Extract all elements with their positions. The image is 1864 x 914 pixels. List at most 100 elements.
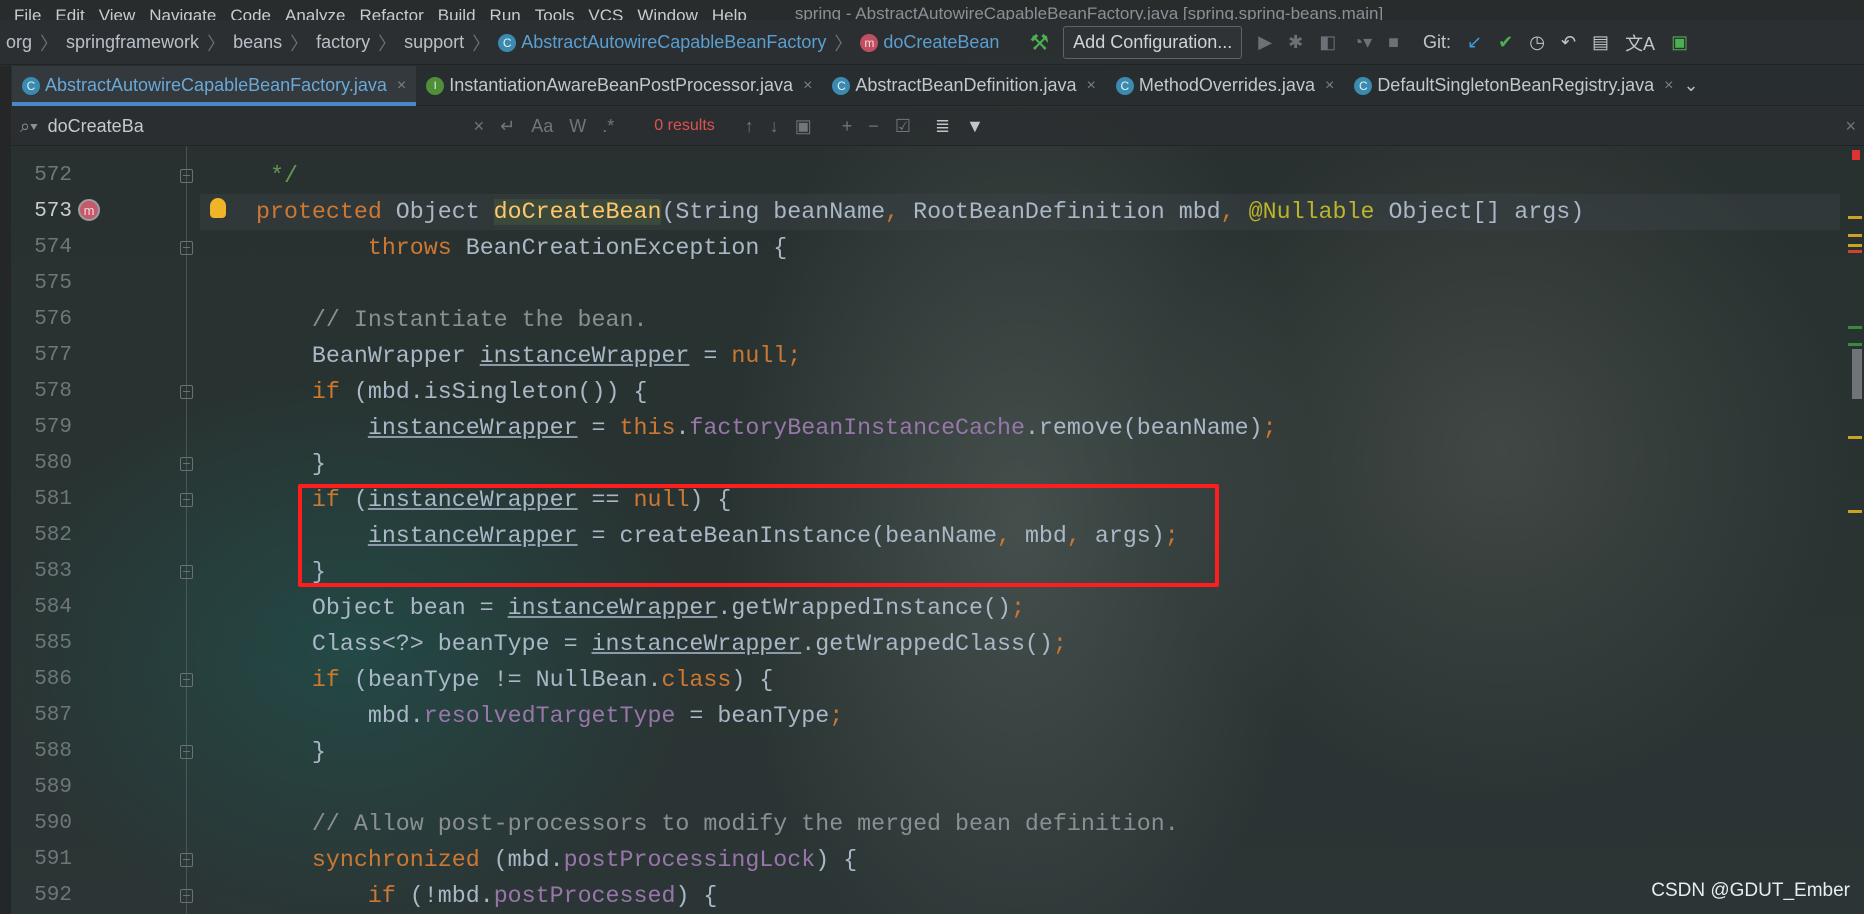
clear-search-icon[interactable]: ×	[474, 116, 485, 137]
code-line[interactable]: 572 */	[0, 158, 1850, 194]
menu-item-file[interactable]: File	[14, 7, 41, 20]
menu-item-view[interactable]: View	[99, 7, 136, 20]
search-input[interactable]: doCreateBa	[48, 116, 458, 137]
code-line[interactable]: 584 Object bean = instanceWrapper.getWra…	[0, 590, 1850, 626]
history-icon[interactable]: ◷	[1529, 32, 1545, 53]
breadcrumb-item[interactable]: org	[6, 32, 32, 53]
menu-item-code[interactable]: Code	[230, 7, 271, 20]
change-marker[interactable]	[1848, 326, 1862, 329]
run-anything-icon[interactable]: ▣	[1671, 32, 1688, 53]
code-line[interactable]: 574 throws BeanCreationException {	[0, 230, 1850, 266]
search-icon[interactable]: ⌕▾	[20, 116, 38, 137]
warning-marker[interactable]	[1848, 244, 1862, 247]
menu-item-edit[interactable]: Edit	[55, 7, 84, 20]
editor-tab[interactable]: C AbstractAutowireCapableBeanFactory.java…	[12, 65, 417, 106]
fold-marker-icon[interactable]	[180, 169, 193, 183]
code-line[interactable]: 573 protected Object doCreateBean(String …	[0, 194, 1850, 230]
breadcrumb-item[interactable]: support	[404, 32, 464, 53]
close-tab-icon[interactable]: ×	[1087, 77, 1096, 95]
rollback-icon[interactable]: ↶	[1561, 32, 1576, 53]
new-line-icon[interactable]: ↵	[500, 116, 515, 137]
code-line[interactable]: 590 // Allow post-processors to modify t…	[0, 806, 1850, 842]
close-tab-icon[interactable]: ×	[803, 77, 812, 95]
menu-item-vcs[interactable]: VCS	[588, 7, 623, 20]
fold-marker-icon[interactable]	[180, 493, 193, 507]
select-all-occurrences-icon[interactable]: ☑	[895, 116, 911, 137]
code-line[interactable]: 575	[0, 266, 1850, 302]
close-tab-icon[interactable]: ×	[397, 77, 406, 95]
breadcrumb-method[interactable]: m doCreateBean	[860, 32, 999, 53]
select-all-icon[interactable]: ▣	[795, 116, 812, 137]
profile-icon[interactable]: ◔▾	[1352, 32, 1372, 53]
warning-marker[interactable]	[1848, 436, 1862, 439]
add-occurrence-icon[interactable]: +	[842, 116, 853, 137]
code-line[interactable]: 589	[0, 770, 1850, 806]
filter-options-icon[interactable]: ≣	[935, 116, 950, 137]
add-configuration-button[interactable]: Add Configuration...	[1063, 26, 1243, 59]
code-line[interactable]: 592 if (!mbd.postProcessed) {	[0, 878, 1850, 914]
menu-item-build[interactable]: Build	[438, 7, 476, 20]
filter-icon[interactable]: ▼	[966, 116, 984, 137]
scrollbar-markers[interactable]	[1848, 146, 1864, 914]
translate-icon[interactable]: 文A	[1625, 30, 1655, 56]
code-line[interactable]: 591 synchronized (mbd.postProcessingLock…	[0, 842, 1850, 878]
project-structure-icon[interactable]: ▤	[1592, 32, 1609, 53]
fold-marker-icon[interactable]	[180, 457, 193, 471]
menu-item-tools[interactable]: Tools	[535, 7, 575, 20]
next-occurrence-icon[interactable]: ↓	[770, 116, 779, 137]
match-case-toggle[interactable]: Aa	[531, 116, 553, 137]
error-marker[interactable]	[1852, 150, 1860, 160]
menu-item-navigate[interactable]: Navigate	[149, 7, 216, 20]
menu-item-window[interactable]: Window	[637, 7, 697, 20]
close-tab-icon[interactable]: ×	[1664, 77, 1673, 95]
previous-occurrence-icon[interactable]: ↑	[745, 116, 754, 137]
editor-tab[interactable]: C AbstractBeanDefinition.java ×	[822, 66, 1105, 106]
fold-marker-icon[interactable]	[180, 889, 193, 903]
breadcrumb-class[interactable]: C AbstractAutowireCapableBeanFactory	[498, 32, 826, 53]
fold-marker-icon[interactable]	[180, 745, 193, 759]
git-update-icon[interactable]: ↙	[1467, 32, 1482, 53]
code-line[interactable]: 586 if (beanType != NullBean.class) {	[0, 662, 1850, 698]
fold-marker-icon[interactable]	[180, 385, 193, 399]
scrollbar-thumb[interactable]	[1852, 349, 1862, 399]
menu-item-analyze[interactable]: Analyze	[285, 7, 345, 20]
error-marker[interactable]	[1848, 250, 1862, 253]
regex-toggle[interactable]: .*	[602, 116, 614, 137]
lightbulb-icon[interactable]	[210, 198, 226, 218]
tab-list-chevron-icon[interactable]: ⌄	[1684, 75, 1699, 96]
menu-item-help[interactable]: Help	[712, 7, 747, 20]
code-line[interactable]: 580 }	[0, 446, 1850, 482]
menu-item-refactor[interactable]: Refactor	[359, 7, 423, 20]
code-line[interactable]: 576 // Instantiate the bean.	[0, 302, 1850, 338]
editor-tab[interactable]: C DefaultSingletonBeanRegistry.java ×	[1344, 66, 1683, 106]
code-line[interactable]: 579 instanceWrapper = this.factoryBeanIn…	[0, 410, 1850, 446]
fold-marker-icon[interactable]	[180, 565, 193, 579]
fold-marker-icon[interactable]	[180, 673, 193, 687]
warning-marker[interactable]	[1848, 510, 1862, 513]
words-toggle[interactable]: W	[569, 116, 586, 137]
code-line[interactable]: 585 Class<?> beanType = instanceWrapper.…	[0, 626, 1850, 662]
editor-tab[interactable]: I InstantiationAwareBeanPostProcessor.jav…	[416, 66, 822, 106]
menu-item-run[interactable]: Run	[490, 7, 521, 20]
run-icon[interactable]: ▶	[1258, 32, 1272, 53]
editor-tab[interactable]: C MethodOverrides.java ×	[1106, 66, 1344, 106]
warning-marker[interactable]	[1848, 234, 1862, 237]
git-commit-icon[interactable]: ✔	[1498, 32, 1513, 53]
breadcrumb-item[interactable]: beans	[233, 32, 282, 53]
close-search-icon[interactable]: ×	[1845, 116, 1856, 137]
build-hammer-icon[interactable]: ⚒	[1029, 30, 1049, 56]
method-override-icon[interactable]: m	[78, 199, 100, 221]
remove-occurrence-icon[interactable]: −	[868, 116, 879, 137]
close-tab-icon[interactable]: ×	[1325, 77, 1334, 95]
warning-marker[interactable]	[1848, 216, 1862, 219]
fold-marker-icon[interactable]	[180, 853, 193, 867]
debug-icon[interactable]: ✱	[1288, 32, 1303, 53]
code-line[interactable]: 578 if (mbd.isSingleton()) {	[0, 374, 1850, 410]
fold-marker-icon[interactable]	[180, 241, 193, 255]
breadcrumb-item[interactable]: factory	[316, 32, 370, 53]
code-line[interactable]: 577 BeanWrapper instanceWrapper = null;	[0, 338, 1850, 374]
stop-icon[interactable]: ■	[1388, 32, 1399, 53]
coverage-icon[interactable]: ◧	[1319, 32, 1336, 53]
code-line[interactable]: 588 }	[0, 734, 1850, 770]
change-marker[interactable]	[1848, 343, 1862, 346]
